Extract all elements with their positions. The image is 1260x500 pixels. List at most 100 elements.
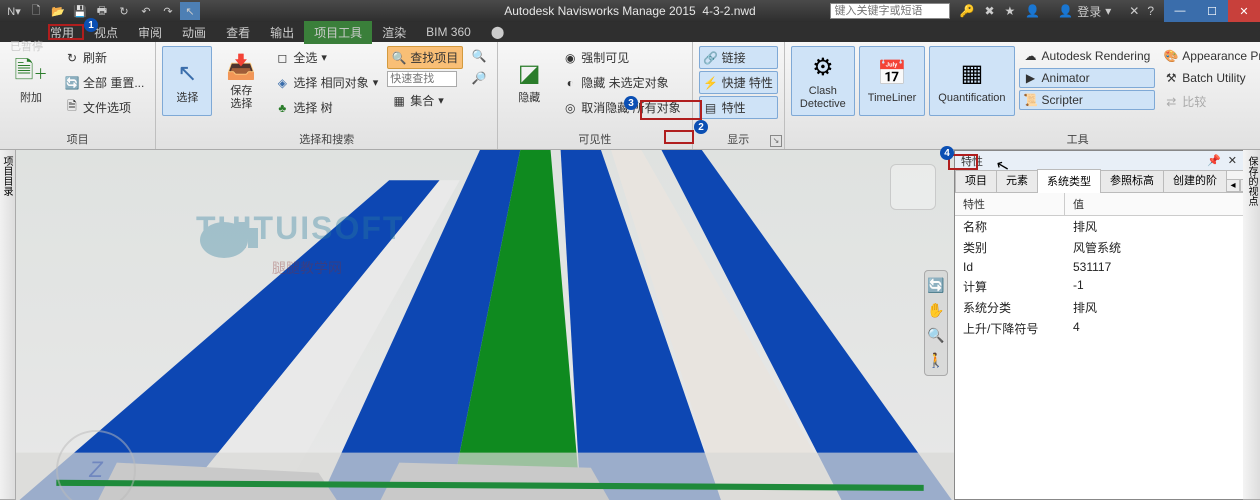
sets-button[interactable]: ▦集合 ▾ [387, 89, 463, 112]
window-buttons: — ☐ ✕ [1164, 0, 1260, 22]
quick-access-toolbar: N▾ 🗋 📂 💾 🖶 ↻ ↶ ↷ ↖ [0, 2, 200, 20]
undo-icon[interactable]: ↶ [136, 2, 156, 20]
save-icon[interactable]: 💾 [70, 2, 90, 20]
ar-button[interactable]: ☁Autodesk Rendering [1019, 46, 1156, 66]
group-project-label: 项目 [6, 129, 149, 147]
quick-find-input[interactable] [387, 71, 457, 87]
viewport-3d[interactable]: TUITUISOFT 腿腿教学网 🔄 ✋ 🔍 🚶 Z [16, 150, 954, 500]
tab-view[interactable]: 查看 [216, 21, 260, 44]
tab-bim360[interactable]: BIM 360 [416, 22, 481, 42]
select-icon[interactable]: ↖ [180, 2, 200, 20]
watermark: TUITUISOFT 腿腿教学网 [196, 210, 404, 247]
findquick-icon[interactable]: 🔍 [467, 46, 491, 66]
prop-row: 名称排风 [955, 216, 1243, 237]
tab-animation[interactable]: 动画 [172, 21, 216, 44]
prop-row: 类别风管系统 [955, 237, 1243, 258]
quant-button[interactable]: ▦Quantification [929, 46, 1014, 116]
tab-output[interactable]: 输出 [260, 21, 304, 44]
model-3d [16, 150, 954, 500]
tab-render[interactable]: 渲染 [372, 21, 416, 44]
redo-icon[interactable]: ↷ [158, 2, 178, 20]
tool4-icon[interactable]: 👤 [1025, 4, 1040, 18]
sidetab-project[interactable]: 项目目录 [0, 150, 15, 500]
tab-home[interactable]: 常用 [40, 21, 84, 44]
ptab-item[interactable]: 项目 [955, 168, 997, 192]
panel-close-icon[interactable]: ✕ [1228, 154, 1237, 167]
tab-left-icon[interactable]: ◂ [1226, 179, 1240, 192]
scr-button[interactable]: 📜Scripter [1019, 90, 1156, 110]
selall-button[interactable]: ◻全选 ▾ [270, 46, 383, 69]
ap-button[interactable]: 🎨Appearance Profiler [1159, 46, 1260, 66]
exchange-icon[interactable]: ✕ [1129, 4, 1139, 18]
group-tools: ⚙Clash Detective 📅TimeLiner ▦Quantificat… [785, 42, 1260, 149]
clash-button[interactable]: ⚙Clash Detective [791, 46, 855, 116]
title-right: 🔑 ✖ ★ 👤 👤 登录 ▾ ✕ ? — ☐ ✕ [830, 0, 1260, 22]
nav-menu-icon[interactable]: N▾ [4, 2, 24, 20]
tool2-icon[interactable]: ✖ [984, 4, 994, 18]
refresh-icon[interactable]: ↻ [114, 2, 134, 20]
findquick2-icon[interactable]: 🔎 [467, 68, 491, 88]
timeliner-button[interactable]: 📅TimeLiner [859, 46, 926, 116]
title-text: Autodesk Navisworks Manage 2015 4-3-2.nw… [504, 4, 755, 18]
links-button[interactable]: 🔗链接 [699, 46, 778, 69]
group-display: 🔗链接 ⚡快捷 特性 ▤特性 显示 ↘ [693, 42, 785, 149]
help-icon[interactable]: ? [1147, 4, 1154, 18]
fileopt-button[interactable]: 🗎文件选项 [60, 96, 149, 119]
minimize-button[interactable]: — [1164, 0, 1196, 22]
annotation-3: 3 [624, 96, 638, 110]
sidetab-savedviews[interactable]: 保存的视点 [1243, 150, 1260, 500]
search-input[interactable] [830, 3, 950, 19]
nav-tools: 🔄 ✋ 🔍 🚶 [924, 270, 948, 376]
cmp-button[interactable]: ⇄比较 [1159, 90, 1260, 113]
ptab-phase[interactable]: 创建的阶 [1163, 168, 1227, 192]
right-side-tabs: 保存的视点 [1244, 150, 1260, 500]
login-button[interactable]: 👤 登录 ▾ [1050, 3, 1119, 20]
select-button[interactable]: ↖选择 [162, 46, 212, 116]
left-side-tabs: 项目目录 Clash Detective 集合 测量工具 [0, 150, 16, 500]
tool1-icon[interactable]: 🔑 [960, 4, 975, 18]
print-icon[interactable]: 🖶 [92, 2, 112, 20]
annotation-4: 4 [940, 146, 954, 160]
close-button[interactable]: ✕ [1228, 0, 1260, 22]
props-button[interactable]: ▤特性 [699, 96, 778, 119]
view-cube[interactable] [890, 164, 936, 210]
tab-review[interactable]: 审阅 [128, 21, 172, 44]
walk-icon[interactable]: 🚶 [927, 352, 944, 369]
hideunsel-button[interactable]: ◐隐藏 未选定对象 [558, 71, 685, 94]
finditems-button[interactable]: 🔍查找项目 [387, 46, 463, 69]
sys-icons: ✕ ? [1119, 4, 1164, 18]
ptab-reflevel[interactable]: 参照标高 [1100, 168, 1164, 192]
display-launcher[interactable]: ↘ [770, 135, 782, 147]
seltree-button[interactable]: ♣选择 树 [270, 96, 383, 119]
maximize-button[interactable]: ☐ [1196, 0, 1228, 22]
refresh-button[interactable]: ↻刷新 [60, 46, 149, 69]
annotation-1: 1 [84, 18, 98, 32]
prop-row: Id531117 [955, 258, 1243, 276]
anim-button[interactable]: ▶Animator [1019, 68, 1156, 88]
append-button[interactable]: 🗎＋附加 [6, 46, 56, 116]
workspace: 项目目录 Clash Detective 集合 测量工具 TUITUISOFT … [0, 150, 1260, 500]
unhide-button[interactable]: ◎取消隐藏 所有对象 [558, 96, 685, 119]
zoom-icon[interactable]: 🔍 [927, 327, 944, 344]
pan-icon[interactable]: ✋ [927, 302, 944, 319]
force-button[interactable]: ◉强制可见 [558, 46, 685, 69]
tab-itemtools[interactable]: 项目工具 [304, 21, 372, 44]
pin-icon[interactable]: 📌 [1207, 154, 1221, 167]
new-icon[interactable]: 🗋 [26, 2, 46, 20]
prop-row: 系统分类排风 [955, 297, 1243, 318]
tool3-icon[interactable]: ★ [1005, 4, 1016, 18]
tab-bullet[interactable]: ⬤ [481, 22, 514, 42]
open-icon[interactable]: 📂 [48, 2, 68, 20]
group-select-label: 选择和搜索 [162, 129, 491, 147]
reset-button[interactable]: 🔄全部 重置... [60, 71, 149, 94]
hide-button[interactable]: ◪隐藏 [504, 46, 554, 116]
quickprop-button[interactable]: ⚡快捷 特性 [699, 71, 778, 94]
bu-button[interactable]: ⚒Batch Utility [1159, 68, 1260, 88]
title-tool-icons: 🔑 ✖ ★ 👤 [950, 4, 1051, 18]
menu-bar: 已暂停 常用 视点 审阅 动画 查看 输出 项目工具 渲染 BIM 360 ⬤ [0, 22, 1260, 42]
ptab-systype[interactable]: 系统类型 [1037, 169, 1101, 193]
savesel-button[interactable]: 📥保存 选择 [216, 46, 266, 116]
orbit-icon[interactable]: 🔄 [927, 277, 944, 294]
compass-icon: Z [56, 430, 136, 500]
selsame-button[interactable]: ◈选择 相同对象 ▾ [270, 71, 383, 94]
